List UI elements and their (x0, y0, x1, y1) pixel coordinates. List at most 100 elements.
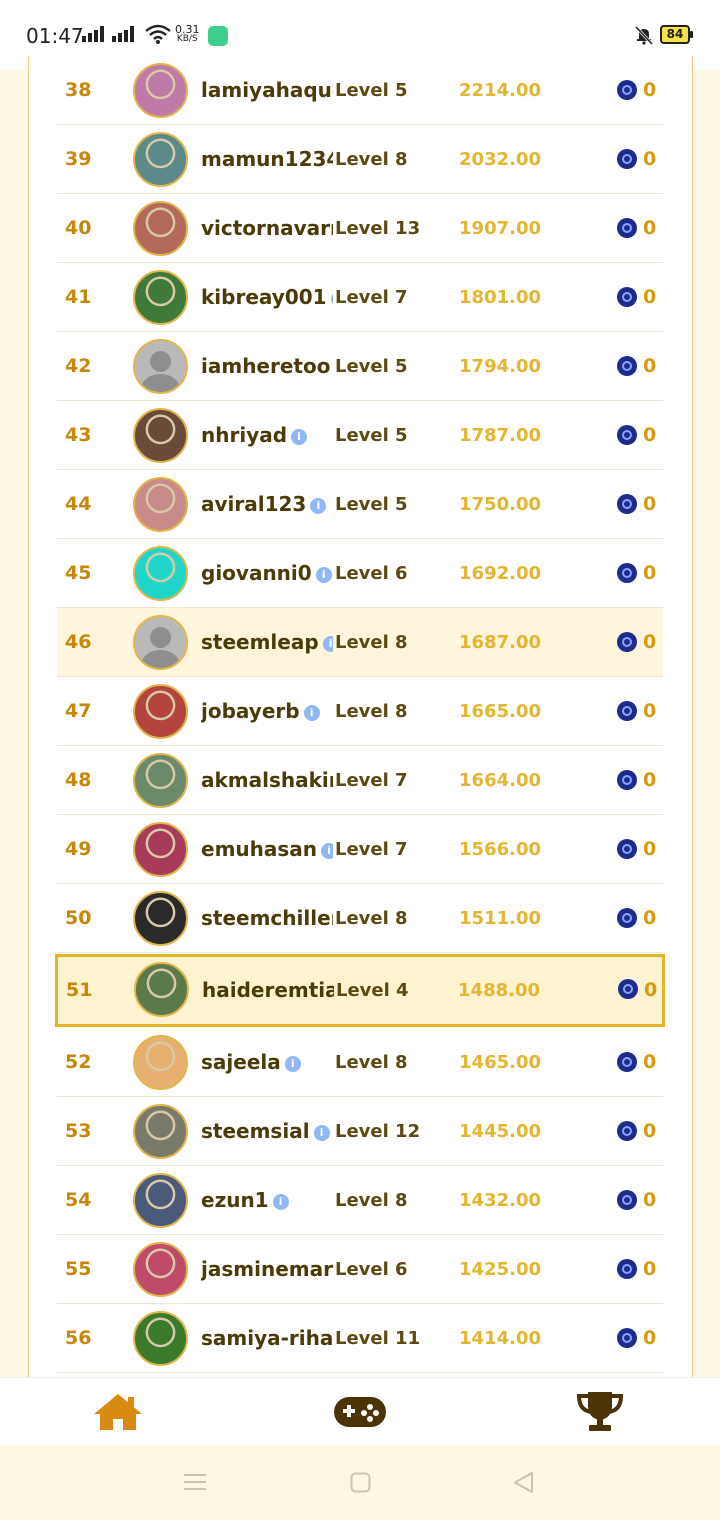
info-icon[interactable]: i (321, 843, 333, 859)
leaderboard-row[interactable]: 47 jobayerb i Level 8 1665.00 0 (57, 677, 663, 746)
network-speed: 0.31 KB/S (175, 24, 200, 44)
username[interactable]: jobayerb i (201, 677, 333, 746)
username-text: lamiyahaque (201, 78, 333, 102)
coin-balance: 0 (643, 1120, 657, 1142)
username[interactable]: emuhasan i (201, 815, 333, 884)
user-avatar[interactable] (133, 1242, 188, 1297)
leaderboard-row[interactable]: 44 aviral123 i Level 5 1750.00 0 (57, 470, 663, 539)
user-avatar[interactable] (133, 63, 188, 118)
current-user-row[interactable]: 51 haideremtiazLevel 4 1488.00 0 (55, 954, 665, 1027)
leaderboard-row[interactable]: 56 samiya-rihaiLevel 11 1414.00 0 (57, 1304, 663, 1373)
user-avatar[interactable] (133, 615, 188, 670)
user-avatar[interactable] (133, 201, 188, 256)
username[interactable]: nhriyad i (201, 401, 333, 470)
leaderboard-row[interactable]: 52 sajeela i Level 8 1465.00 0 (57, 1028, 663, 1097)
info-icon[interactable]: i (272, 1194, 289, 1210)
home-system-icon[interactable] (350, 1472, 371, 1493)
user-score: 1801.00 (459, 287, 541, 308)
leaderboard-row[interactable]: 55 jasminemary Level 6 1425.00 0 (57, 1235, 663, 1304)
user-avatar[interactable] (133, 270, 188, 325)
user-avatar[interactable] (133, 891, 188, 946)
leaderboard-row[interactable]: 40 victornavarr Level 13 1907.00 0 (57, 194, 663, 263)
leaderboard-row[interactable]: 41 kibreay001iLevel 7 1801.00 0 (57, 263, 663, 332)
leaderboard-row[interactable]: 49 emuhasan i Level 7 1566.00 0 (57, 815, 663, 884)
info-icon[interactable]: i (313, 1125, 330, 1141)
info-icon[interactable]: i (284, 1056, 301, 1072)
coin-balance: 0 (643, 631, 657, 653)
user-avatar[interactable] (133, 1173, 188, 1228)
user-level: Level 5 (335, 494, 408, 515)
user-avatar[interactable] (133, 546, 188, 601)
username[interactable]: lamiyahaque (201, 56, 333, 125)
user-level: Level 13 (335, 218, 421, 239)
leaderboard-row[interactable]: 39 mamun12345Level 8 2032.00 0 (57, 125, 663, 194)
steem-coin-icon (617, 1328, 637, 1348)
username[interactable]: steemchilleri (201, 884, 333, 953)
info-icon[interactable]: i (315, 567, 332, 583)
leaderboard-row[interactable]: 38 lamiyahaque Level 5 2214.00 0 (57, 56, 663, 125)
steem-coin-icon (617, 356, 637, 376)
username[interactable]: giovanni0 i (201, 539, 333, 608)
status-time: 01:47 (26, 24, 84, 48)
user-level: Level 8 (335, 1052, 408, 1073)
username[interactable]: steemsial i (201, 1097, 333, 1166)
mute-bell-icon (634, 25, 654, 45)
signal-icon-2 (112, 26, 134, 42)
steem-coin-icon (617, 425, 637, 445)
username-text: nhriyad (201, 423, 288, 447)
back-icon[interactable] (512, 1471, 534, 1494)
leaderboard-panel: 38lamiyahaqueLevel 52214.00039mamun12345… (28, 56, 693, 1378)
user-avatar[interactable] (133, 477, 188, 532)
coin-balance: 0 (643, 838, 657, 860)
username[interactable]: kibreay001i (201, 263, 333, 332)
user-avatar[interactable] (133, 132, 188, 187)
recent-apps-icon[interactable] (184, 1473, 206, 1491)
user-avatar[interactable] (133, 753, 188, 808)
nav-games-button[interactable] (330, 1388, 390, 1438)
rank-number: 43 (65, 424, 92, 446)
user-avatar[interactable] (133, 408, 188, 463)
leaderboard-row[interactable]: 43 nhriyad i Level 5 1787.00 0 (57, 401, 663, 470)
username-text: victornavarr (201, 216, 333, 240)
username[interactable]: victornavarr (201, 194, 333, 263)
username[interactable]: haideremtiaz (202, 957, 334, 1024)
info-icon[interactable]: i (291, 429, 308, 445)
rank-number: 54 (65, 1189, 92, 1211)
user-avatar[interactable] (133, 1035, 188, 1090)
user-avatar[interactable] (133, 1104, 188, 1159)
user-level: Level 12 (335, 1121, 421, 1142)
user-avatar[interactable] (133, 1311, 188, 1366)
username[interactable]: aviral123 i (201, 470, 333, 539)
steem-coin-icon (617, 149, 637, 169)
user-avatar[interactable] (134, 962, 189, 1017)
user-avatar[interactable] (133, 822, 188, 877)
info-icon[interactable]: i (330, 291, 333, 307)
steem-coin-icon (617, 701, 637, 721)
leaderboard-row[interactable]: 48 akmalshakiriLevel 7 1664.00 0 (57, 746, 663, 815)
info-icon[interactable]: i (322, 636, 333, 652)
username[interactable]: ezun1 i (201, 1166, 333, 1235)
leaderboard-row[interactable]: 50 steemchilleriLevel 8 1511.00 0 (57, 884, 663, 953)
username[interactable]: akmalshakiri (201, 746, 333, 815)
user-avatar[interactable] (133, 684, 188, 739)
leaderboard-row[interactable]: 54 ezun1 i Level 8 1432.00 0 (57, 1166, 663, 1235)
user-score: 1692.00 (459, 563, 541, 584)
username[interactable]: iamheretooi (201, 332, 333, 401)
username[interactable]: steemleap i (201, 608, 333, 677)
info-icon[interactable]: i (310, 498, 327, 514)
nav-home-button[interactable] (90, 1388, 150, 1438)
username[interactable]: samiya-rihai (201, 1304, 333, 1373)
username[interactable]: jasminemary (201, 1235, 333, 1304)
leaderboard-row[interactable]: 45 giovanni0 i Level 6 1692.00 0 (57, 539, 663, 608)
info-icon[interactable]: i (303, 705, 320, 721)
leaderboard-row[interactable]: 53 steemsial i Level 12 1445.00 0 (57, 1097, 663, 1166)
user-level: Level 7 (335, 839, 408, 860)
leaderboard-row[interactable]: 42 iamheretooiLevel 5 1794.00 0 (57, 332, 663, 401)
username[interactable]: mamun12345 (201, 125, 333, 194)
username[interactable]: sajeela i (201, 1028, 333, 1097)
leaderboard-row[interactable]: 46 steemleap i Level 8 1687.00 0 (57, 608, 663, 677)
rank-number: 50 (65, 907, 92, 929)
user-avatar[interactable] (133, 339, 188, 394)
steem-coin-icon (617, 1259, 637, 1279)
nav-leaderboard-button[interactable] (572, 1388, 632, 1438)
